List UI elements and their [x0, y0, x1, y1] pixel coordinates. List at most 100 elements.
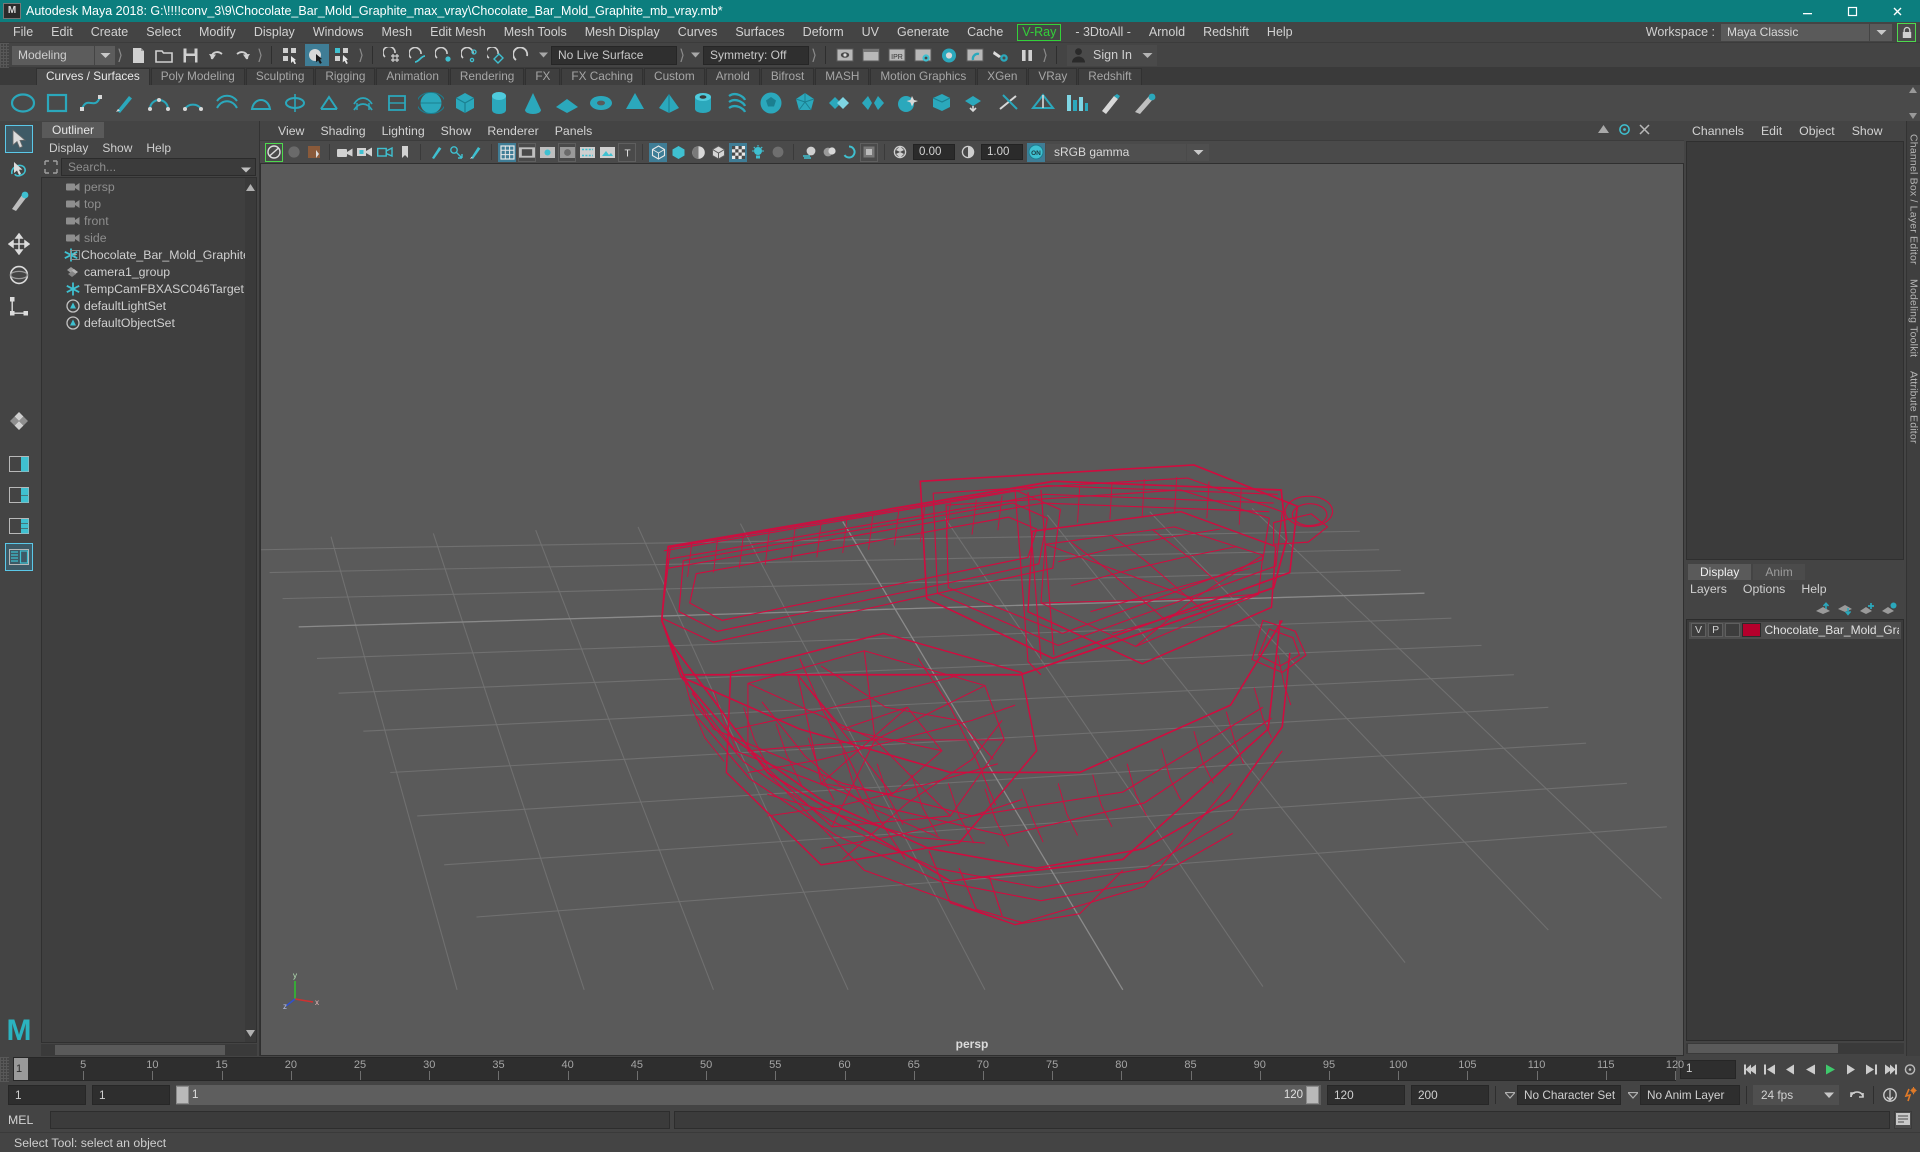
menu-generate[interactable]: Generate — [888, 22, 958, 42]
shelf-tab-rendering[interactable]: Rendering — [449, 68, 525, 85]
render-setup-icon[interactable] — [989, 44, 1013, 66]
chevron-down-icon[interactable] — [95, 45, 115, 65]
table-row[interactable]: V P Chocolate_Bar_Mold_Graphite — [1689, 621, 1901, 639]
exposure-icon[interactable] — [891, 143, 909, 162]
layer-shading-toggle[interactable] — [1725, 623, 1741, 637]
shelf-tab-arnold[interactable]: Arnold — [705, 68, 760, 85]
texture-display-icon[interactable] — [729, 142, 747, 162]
auto-key-icon[interactable] — [1880, 1085, 1900, 1105]
perspective-viewport[interactable]: y x z persp — [260, 163, 1684, 1056]
menu-modify[interactable]: Modify — [190, 22, 245, 42]
select-by-object-icon[interactable] — [305, 44, 329, 66]
layers-menu-layers[interactable]: Layers — [1690, 582, 1743, 596]
film-gate-icon[interactable] — [518, 142, 536, 162]
panel-restore-icon[interactable] — [1597, 123, 1610, 138]
character-set-field[interactable]: No Character Set — [1517, 1085, 1621, 1105]
boundary-icon[interactable] — [382, 88, 412, 118]
layout-outliner-persp-icon[interactable] — [5, 543, 33, 571]
shelf-tab-fx[interactable]: FX — [525, 68, 561, 85]
select-by-hierarchy-icon[interactable] — [279, 44, 303, 66]
layer-playback-toggle[interactable]: P — [1708, 623, 1724, 637]
outliner-tree[interactable]: persp top front side + Chocolate_Bar_Mol… — [41, 177, 257, 1043]
menu-edit-mesh[interactable]: Edit Mesh — [421, 22, 495, 42]
menu-help[interactable]: Help — [1258, 22, 1302, 42]
viewport-menu-panels[interactable]: Panels — [547, 124, 601, 138]
render-settings-icon[interactable] — [911, 44, 935, 66]
pause-icon[interactable] — [1015, 44, 1039, 66]
use-all-lights-icon[interactable] — [749, 143, 767, 162]
shelf-scroll-arrows[interactable] — [1908, 87, 1918, 119]
viewport-menu-renderer[interactable]: Renderer — [479, 124, 546, 138]
time-slider-settings-icon[interactable] — [1900, 1059, 1920, 1079]
shelf-tab-xgen[interactable]: XGen — [977, 68, 1028, 85]
menu-create[interactable]: Create — [82, 22, 138, 42]
shaded-wireframe-icon[interactable] — [709, 143, 727, 162]
viewport-menu-view[interactable]: View — [270, 124, 312, 138]
playback-start-field[interactable]: 1 — [92, 1085, 170, 1105]
play-backwards-icon[interactable] — [1800, 1059, 1820, 1079]
shelf-tab-curves-surfaces[interactable]: Curves / Surfaces — [36, 68, 150, 85]
extrude-face-icon[interactable] — [960, 88, 990, 118]
snap-to-grid-icon[interactable] — [380, 44, 404, 66]
gate-mask-icon[interactable] — [558, 142, 576, 162]
fps-combo[interactable]: 24 fps — [1753, 1085, 1819, 1105]
shelf-tab-fx-caching[interactable]: FX Caching — [561, 68, 644, 85]
paint-effects-icon[interactable] — [427, 143, 445, 162]
layer-list-horizontal-scrollbar[interactable] — [1686, 1043, 1904, 1054]
poly-torus-icon[interactable] — [586, 88, 616, 118]
list-item[interactable]: camera1_group — [42, 263, 256, 280]
paint-select-tool-icon[interactable] — [5, 187, 33, 215]
anti-aliasing-icon[interactable] — [840, 143, 858, 162]
go-to-end-icon[interactable] — [1880, 1059, 1900, 1079]
chevron-down-icon[interactable] — [241, 162, 251, 176]
image-plane-icon[interactable] — [598, 143, 616, 162]
bookmark-icon[interactable] — [305, 143, 323, 162]
animation-preferences-icon[interactable] — [1900, 1085, 1920, 1105]
poly-pipe-icon[interactable] — [688, 88, 718, 118]
layer-color-swatch[interactable] — [1742, 623, 1761, 637]
poly-cone-icon[interactable] — [518, 88, 548, 118]
select-by-component-icon[interactable] — [331, 44, 355, 66]
outliner-vertical-scrollbar[interactable] — [245, 178, 256, 1042]
close-icon[interactable] — [1875, 0, 1920, 22]
minimize-icon[interactable] — [1785, 0, 1830, 22]
nurbs-square-icon[interactable] — [42, 88, 72, 118]
crease-tool-icon[interactable] — [1028, 88, 1058, 118]
range-start-handle[interactable] — [176, 1086, 189, 1104]
shelf-tab-redshift[interactable]: Redshift — [1078, 68, 1142, 85]
redo-icon[interactable] — [230, 44, 254, 66]
list-item[interactable]: top — [42, 195, 256, 212]
paint-tool-icon[interactable] — [1096, 88, 1126, 118]
current-frame-field[interactable]: 1 — [1680, 1059, 1736, 1079]
shelf-tab-poly-modeling[interactable]: Poly Modeling — [150, 68, 245, 85]
brush-icon[interactable] — [467, 143, 485, 162]
step-back-key-icon[interactable] — [1780, 1059, 1800, 1079]
undo-icon[interactable] — [204, 44, 228, 66]
scroll-up-arrow-icon[interactable] — [246, 180, 255, 194]
command-line-input[interactable] — [50, 1111, 670, 1129]
loop-icon[interactable] — [1847, 1085, 1867, 1105]
channelbox-menu-object[interactable]: Object — [1799, 124, 1852, 138]
tab-modeling-toolkit[interactable]: Modeling Toolkit — [1908, 272, 1920, 364]
chevron-down-icon[interactable] — [687, 45, 703, 65]
lock-icon[interactable] — [1897, 22, 1916, 42]
display-layer-list[interactable]: V P Chocolate_Bar_Mold_Graphite — [1686, 618, 1904, 1041]
outliner-tab[interactable]: Outliner — [42, 122, 105, 138]
current-time-indicator[interactable]: 1 — [14, 1058, 28, 1080]
three-point-arc-icon[interactable] — [144, 88, 174, 118]
channelbox-menu-edit[interactable]: Edit — [1761, 124, 1799, 138]
camera-attributes-icon[interactable] — [285, 143, 303, 162]
ipr-render-icon[interactable]: IPR — [885, 44, 909, 66]
play-forwards-icon[interactable] — [1820, 1059, 1840, 1079]
panel-close-icon[interactable] — [1639, 123, 1650, 138]
camera-icon[interactable] — [336, 143, 354, 162]
nurbs-circle-icon[interactable] — [8, 88, 38, 118]
select-tool-icon[interactable] — [5, 125, 33, 153]
show-hide-editor-icon[interactable] — [833, 44, 857, 66]
layers-menu-help[interactable]: Help — [1801, 582, 1842, 596]
menu-cache[interactable]: Cache — [958, 22, 1012, 42]
render-view-icon[interactable] — [963, 44, 987, 66]
graph-editor-icon[interactable] — [1062, 88, 1092, 118]
gamma-value[interactable]: 1.00 — [981, 144, 1023, 160]
list-item[interactable]: persp — [42, 178, 256, 195]
